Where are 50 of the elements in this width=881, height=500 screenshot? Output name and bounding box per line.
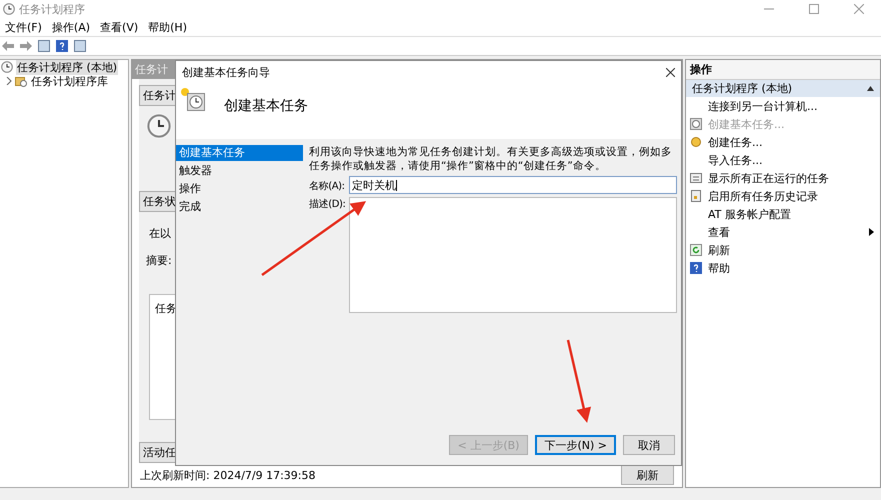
folder-clock-icon (15, 75, 27, 87)
action-link[interactable]: 查看 (708, 224, 730, 240)
forward-arrow-icon[interactable] (20, 41, 32, 51)
document-icon (690, 190, 702, 202)
action-link[interactable]: 启用所有任务历史记录 (708, 188, 818, 204)
help-icon[interactable] (56, 40, 68, 52)
action-link[interactable]: 连接到另一台计算机... (708, 98, 818, 114)
expand-caret-icon[interactable] (6, 77, 12, 85)
tree-item[interactable]: 任务计划程序 (本地) (16, 60, 118, 74)
action-link[interactable]: 帮助 (708, 260, 730, 276)
menu-item[interactable]: 操作(A) (48, 20, 98, 34)
action-link[interactable]: AT 服务帐户配置 (708, 206, 791, 222)
tree-item[interactable]: 任务计划程序库 (30, 74, 109, 88)
name-field[interactable]: 定时关机 (349, 176, 677, 194)
body-text: 在以 (149, 226, 172, 242)
group-header[interactable]: 任务计划程序 (本地) (686, 80, 880, 97)
action-link[interactable]: 创建任务... (708, 134, 762, 150)
refresh-button[interactable]: 刷新 (621, 465, 674, 486)
list-text: 任务 (155, 302, 177, 316)
list-icon (690, 172, 702, 184)
maximize-icon[interactable] (808, 4, 818, 14)
action-link[interactable]: 显示所有正在运行的任务 (708, 170, 829, 186)
menu-item[interactable]: 帮助(H) (145, 20, 194, 34)
summary-label: 摘要: (146, 253, 173, 268)
description-label: 描述(D): (309, 198, 345, 212)
dialog-title: 创建基本任务向导 (182, 64, 270, 80)
pane-icon[interactable] (74, 40, 86, 52)
refresh-icon (690, 244, 702, 256)
menu-item[interactable]: 文件(F) (2, 20, 49, 34)
menu-item[interactable]: 查看(V) (97, 20, 146, 34)
pane-title: 操作 (686, 60, 880, 80)
status-text: 上次刷新时间: 2024/7/9 17:39:58 (140, 468, 316, 483)
collapse-caret-icon[interactable] (867, 86, 874, 91)
pane-icon[interactable] (38, 40, 50, 52)
pane-header: 任务计 (135, 62, 168, 78)
dialog-button[interactable]: 下一步(N) > (535, 435, 616, 455)
action-link[interactable]: 刷新 (708, 242, 730, 258)
dialog-button[interactable]: 取消 (623, 435, 675, 455)
name-label: 名称(A): (309, 180, 345, 194)
close-icon[interactable] (666, 68, 675, 76)
app-icon (3, 3, 15, 15)
window-title: 任务计划程序 (19, 2, 85, 16)
action-link[interactable]: 导入任务... (708, 152, 762, 168)
wizard-step[interactable]: 触发器 (176, 163, 303, 179)
dialog-heading: 创建基本任务 (224, 97, 308, 115)
wizard-step[interactable]: 创建基本任务 (176, 145, 303, 161)
help-icon (690, 262, 702, 274)
back-arrow-icon[interactable] (2, 41, 14, 51)
description-field[interactable] (349, 197, 677, 313)
intro-text: 利用该向导快速地为常见任务创建计划。有关更多高级选项或设置，例如多任务操作或触发器，请使用“操作”窗格中的“创建任务”命令。 (309, 145, 673, 173)
